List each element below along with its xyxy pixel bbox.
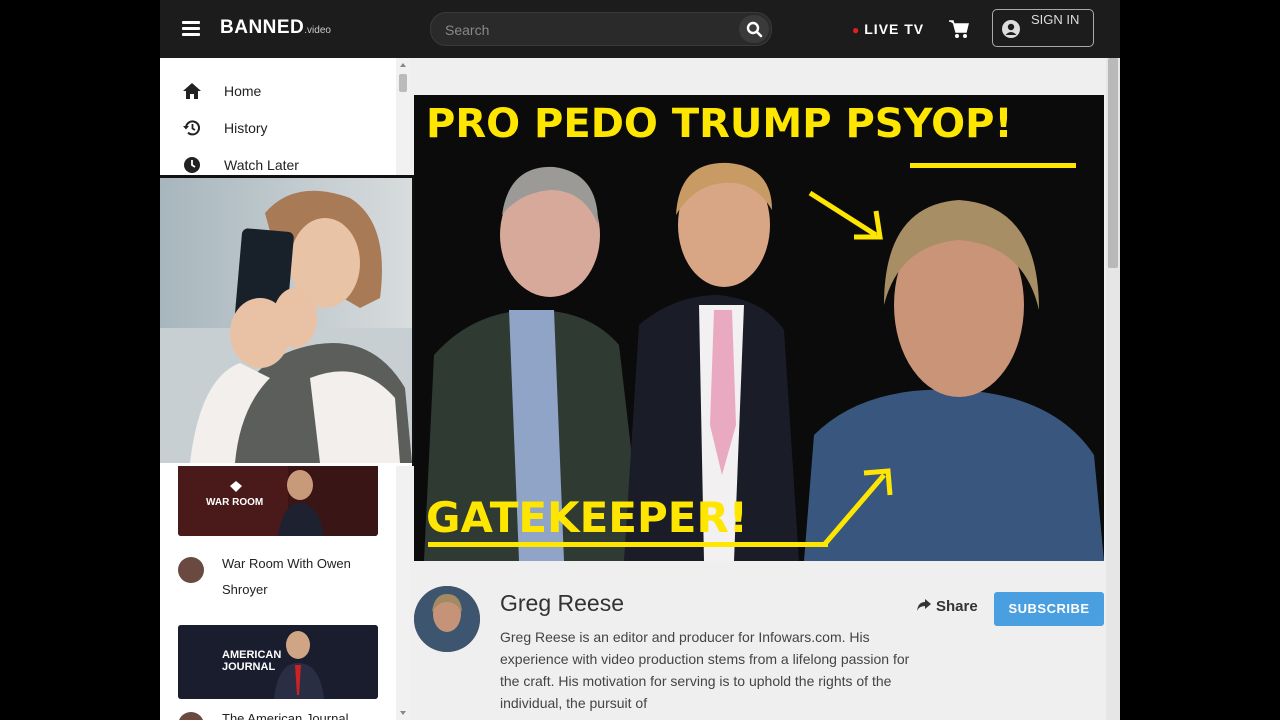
menu-icon[interactable] bbox=[182, 21, 200, 36]
channel-info: Greg Reese Greg Reese is an editor and p… bbox=[414, 570, 1104, 720]
home-icon bbox=[183, 83, 201, 99]
hero-photo-art bbox=[414, 95, 1104, 561]
sidebar-item-history[interactable]: History bbox=[182, 116, 268, 140]
video-thumbnail[interactable]: PRO PEDO TRUMP PSYOP! GATEKEEPER! bbox=[414, 95, 1104, 561]
woman-phone-image bbox=[160, 178, 412, 463]
thumbnail-bottom-text: GATEKEEPER! bbox=[426, 493, 748, 542]
channel-name[interactable]: Greg Reese bbox=[500, 590, 624, 617]
sidebar-item-watch-later[interactable]: Watch Later bbox=[182, 153, 299, 177]
browser-screenshot: BANNED.video ●LIVE TV SIGN IN bbox=[160, 0, 1120, 720]
user-icon bbox=[1002, 20, 1020, 38]
search-icon bbox=[746, 21, 763, 38]
top-navbar: BANNED.video ●LIVE TV SIGN IN bbox=[160, 0, 1120, 58]
search-bar bbox=[430, 12, 772, 46]
site-logo[interactable]: BANNED.video bbox=[220, 17, 331, 39]
history-icon bbox=[183, 120, 200, 136]
channel-avatar[interactable] bbox=[414, 586, 480, 652]
sign-in-button[interactable]: SIGN IN bbox=[992, 9, 1094, 47]
show-thumbnail-war-room[interactable]: WAR ROOM bbox=[178, 463, 378, 536]
show-thumbnail-american-journal[interactable]: AMERICAN JOURNAL bbox=[178, 625, 378, 699]
show-item-american-journal[interactable]: The American Journal bbox=[178, 706, 382, 720]
overlay-photo bbox=[160, 175, 414, 466]
avatar bbox=[178, 712, 204, 720]
show-item-war-room[interactable]: War Room With Owen Shroyer bbox=[178, 551, 382, 603]
show-thumbnail-art bbox=[178, 625, 378, 699]
cart-icon[interactable] bbox=[948, 19, 970, 39]
channel-description: Greg Reese is an editor and producer for… bbox=[500, 629, 910, 711]
sidebar-item-home[interactable]: Home bbox=[182, 79, 261, 103]
clock-icon bbox=[184, 157, 200, 173]
subscribe-button[interactable]: SUBSCRIBE bbox=[994, 592, 1104, 626]
search-input[interactable] bbox=[443, 19, 727, 41]
share-icon bbox=[917, 599, 931, 611]
page-scrollbar[interactable] bbox=[1106, 58, 1120, 720]
scrollbar-thumb[interactable] bbox=[1108, 58, 1118, 268]
thumbnail-headline: PRO PEDO TRUMP PSYOP! bbox=[426, 101, 1013, 147]
live-dot-icon: ● bbox=[852, 23, 861, 37]
share-button[interactable]: Share bbox=[916, 598, 978, 615]
live-tv-link[interactable]: ● LIVE TV bbox=[852, 21, 924, 37]
avatar-art bbox=[414, 586, 480, 652]
avatar bbox=[178, 557, 204, 583]
search-button[interactable] bbox=[739, 15, 769, 43]
